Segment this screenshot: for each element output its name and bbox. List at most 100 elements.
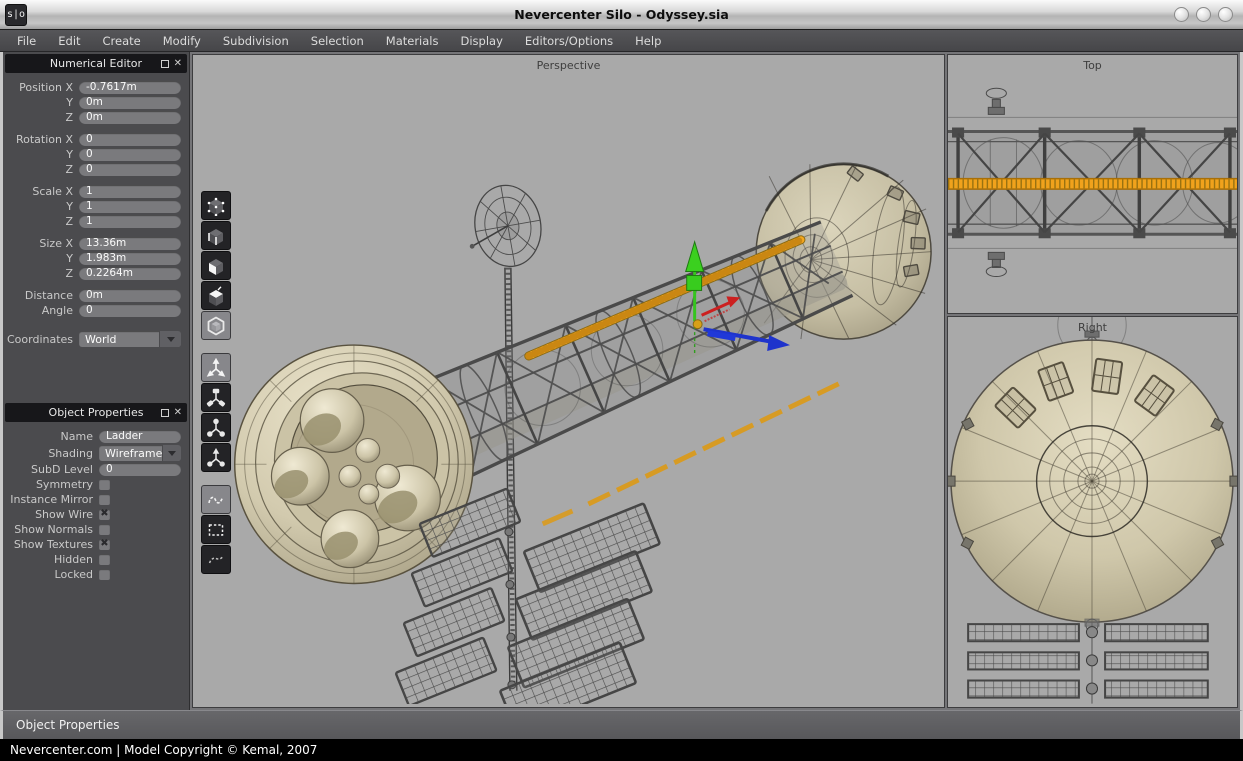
numeric-input[interactable]: 1	[79, 200, 181, 213]
field-label: Distance	[7, 289, 79, 302]
show-wire-checkbox[interactable]	[99, 509, 110, 520]
right-scene	[948, 317, 1237, 704]
dropdown-value: World	[79, 333, 159, 346]
field-label: Size X	[7, 237, 79, 250]
viewport-toolbar	[201, 191, 231, 575]
menu-item-modify[interactable]: Modify	[152, 30, 212, 52]
move-tool-button[interactable]	[201, 353, 231, 382]
show-textures-checkbox[interactable]	[99, 539, 110, 550]
viewport-area: Perspective	[190, 52, 1240, 710]
viewport-right[interactable]: Right	[947, 316, 1238, 708]
menu-item-help[interactable]: Help	[624, 30, 672, 52]
numeric-input[interactable]: 0	[79, 163, 181, 176]
chevron-down-icon	[159, 331, 181, 347]
field-label: Symmetry	[7, 478, 99, 491]
status-bar: Object Properties	[0, 710, 1243, 739]
numeric-input[interactable]: 0m	[79, 111, 181, 124]
hidden-checkbox[interactable]	[99, 554, 110, 565]
coordinates-row: CoordinatesWorld	[7, 331, 181, 347]
field-label: Angle	[7, 304, 79, 317]
numeric-input[interactable]: 13.36m	[79, 237, 181, 250]
viewport-perspective-label: Perspective	[193, 59, 944, 72]
numeric-input[interactable]: 0m	[79, 289, 181, 302]
window-button-minimize[interactable]	[1174, 7, 1189, 22]
vertex-mode-button[interactable]	[201, 191, 231, 220]
marquee-select-button[interactable]	[201, 515, 231, 544]
scale-tool-button[interactable]	[201, 413, 231, 442]
numeric-field-row: Y 0	[7, 148, 181, 161]
numeric-input[interactable]: 0	[79, 133, 181, 146]
numeric-input[interactable]: 1	[79, 185, 181, 198]
menu-item-file[interactable]: File	[6, 30, 47, 52]
edge-mode-button[interactable]	[201, 221, 231, 250]
text-input[interactable]: Ladder	[99, 430, 181, 443]
shading-dropdown[interactable]: Wireframe	[99, 445, 181, 461]
property-checkbox-row: Instance Mirror	[7, 493, 181, 506]
numeric-field-row: Position X -0.7617m	[7, 81, 181, 94]
object-properties-panel: Object Properties ✕ NameLadderShadingWir…	[3, 401, 189, 587]
numeric-input[interactable]: -0.7617m	[79, 81, 181, 94]
app-window: s|o Nevercenter Silo - Odyssey.sia FileE…	[0, 0, 1243, 761]
viewport-perspective[interactable]: Perspective	[192, 54, 945, 708]
field-label: Show Normals	[7, 523, 99, 536]
text-input[interactable]: 0	[99, 463, 181, 476]
numeric-field-row: Z 0	[7, 163, 181, 176]
show-normals-checkbox[interactable]	[99, 524, 110, 535]
object-properties-titlebar[interactable]: Object Properties ✕	[5, 403, 187, 422]
soft-select-button[interactable]	[201, 545, 231, 574]
field-label: Coordinates	[7, 333, 79, 346]
field-label: Y	[7, 200, 79, 213]
footer-text: Nevercenter.com | Model Copyright © Kema…	[10, 743, 317, 757]
rotate-tool-button[interactable]	[201, 383, 231, 412]
field-label: Position X	[7, 81, 79, 94]
numeric-field-row: Scale X 1	[7, 185, 181, 198]
menu-item-materials[interactable]: Materials	[375, 30, 450, 52]
tweak-tool-button[interactable]	[201, 485, 231, 514]
numeric-input[interactable]: 0	[79, 304, 181, 317]
menu-item-selection[interactable]: Selection	[300, 30, 375, 52]
universal-tool-button[interactable]	[201, 443, 231, 472]
panel-collapse-icon[interactable]	[161, 409, 169, 417]
menu-item-create[interactable]: Create	[92, 30, 152, 52]
tweak-tool-icon	[206, 490, 226, 510]
property-checkbox-row: Show Normals	[7, 523, 181, 536]
viewport-top[interactable]: Top	[947, 54, 1238, 314]
viewport-top-label: Top	[948, 59, 1237, 72]
numeric-input[interactable]: 0m	[79, 96, 181, 109]
field-label: Z	[7, 111, 79, 124]
field-label: SubD Level	[7, 463, 99, 476]
rotate-tool-icon	[206, 388, 226, 408]
left-dock: Numerical Editor ✕ Position X -0.7617m Y…	[3, 52, 190, 710]
top-scene	[948, 55, 1237, 314]
symmetry-checkbox[interactable]	[99, 479, 110, 490]
numeric-input[interactable]: 0	[79, 148, 181, 161]
numeric-input[interactable]: 1.983m	[79, 252, 181, 265]
face-mode-button[interactable]	[201, 251, 231, 280]
panel-close-icon[interactable]: ✕	[174, 408, 182, 418]
universal-tool-icon	[206, 448, 226, 468]
locked-checkbox[interactable]	[99, 569, 110, 580]
numeric-input[interactable]: 1	[79, 215, 181, 228]
multiselect-mode-icon	[206, 286, 226, 306]
window-button-maximize[interactable]	[1196, 7, 1211, 22]
property-checkbox-row: Locked	[7, 568, 181, 581]
menu-item-subdivision[interactable]: Subdivision	[212, 30, 300, 52]
property-checkbox-row: Hidden	[7, 553, 181, 566]
field-label: Name	[7, 430, 99, 443]
numeric-input[interactable]: 0.2264m	[79, 267, 181, 280]
numeric-field-row: Z 0m	[7, 111, 181, 124]
panel-collapse-icon[interactable]	[161, 60, 169, 68]
object-mode-button[interactable]	[201, 311, 231, 340]
field-label: Locked	[7, 568, 99, 581]
field-label: Instance Mirror	[7, 493, 99, 506]
numerical-editor-titlebar[interactable]: Numerical Editor ✕	[5, 54, 187, 73]
menu-item-edit[interactable]: Edit	[47, 30, 91, 52]
panel-close-icon[interactable]: ✕	[174, 59, 182, 69]
multiselect-mode-button[interactable]	[201, 281, 231, 310]
instance-mirror-checkbox[interactable]	[99, 494, 110, 505]
menu-item-display[interactable]: Display	[449, 30, 513, 52]
coordinates-dropdown[interactable]: World	[79, 331, 181, 347]
window-button-close[interactable]	[1218, 7, 1233, 22]
title-bar: s|o Nevercenter Silo - Odyssey.sia	[0, 0, 1243, 30]
menu-item-editors-options[interactable]: Editors/Options	[514, 30, 624, 52]
